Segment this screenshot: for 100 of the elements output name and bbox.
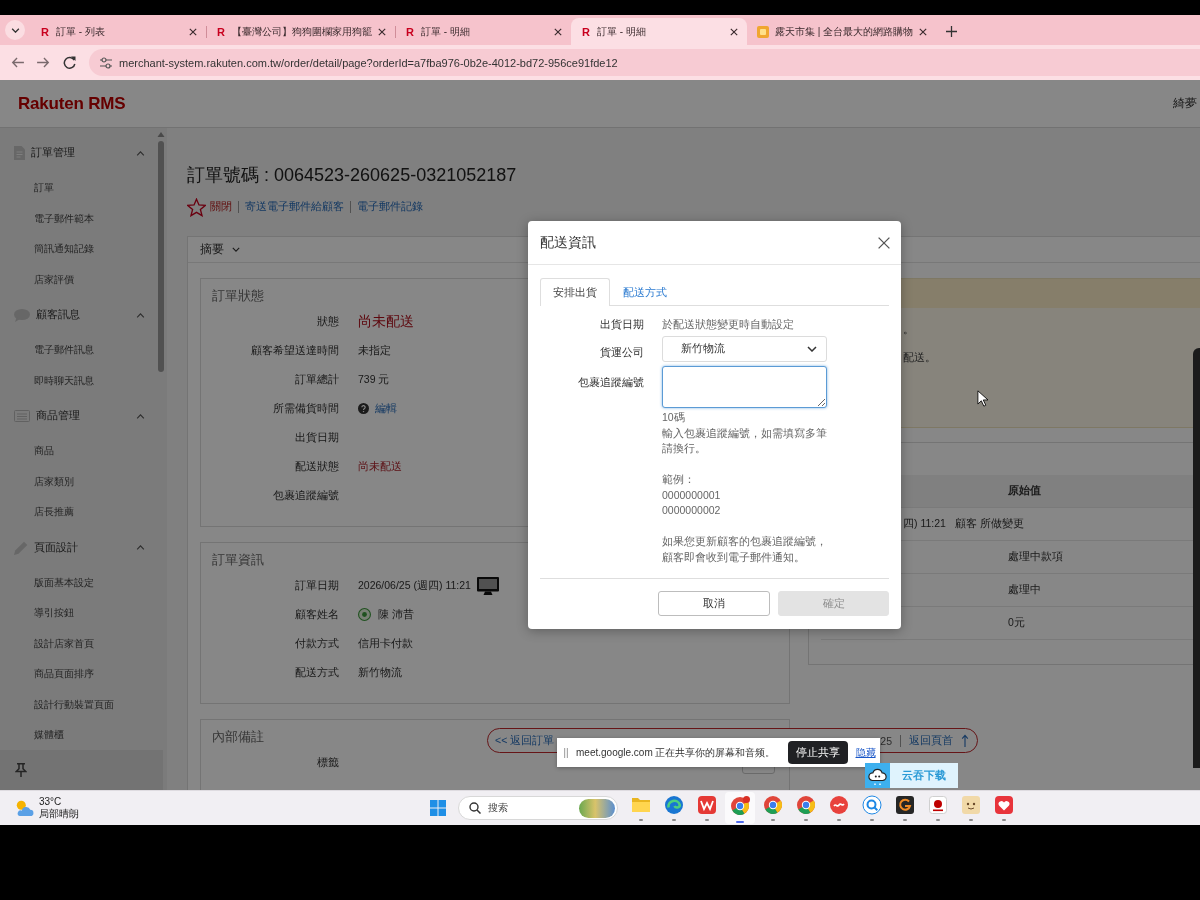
close-icon[interactable] bbox=[919, 27, 928, 36]
tune-icon[interactable] bbox=[100, 56, 112, 69]
help-text: 10碼 bbox=[662, 410, 686, 425]
close-icon[interactable] bbox=[378, 27, 386, 36]
field-label: 顧客姓名 bbox=[294, 607, 339, 622]
letter-icon: R bbox=[581, 25, 591, 38]
form-label: 貨運公司 bbox=[599, 345, 644, 360]
address-bar[interactable]: merchant-system.rakuten.com.tw/order/detail/page?orderId=a7fba976-0b2e-4012-bd72-956ce91fde12 bbox=[89, 49, 1200, 76]
scrollbar[interactable] bbox=[157, 132, 165, 372]
bubble-icon[interactable] bbox=[828, 795, 849, 821]
stop-sharing-button[interactable]: 停止共享 bbox=[787, 741, 848, 764]
browser-tab[interactable]: R 訂單 - 明細 bbox=[571, 18, 747, 45]
help-icon[interactable] bbox=[358, 403, 369, 414]
sidebar-item[interactable]: 設計店家首頁 bbox=[0, 628, 167, 659]
status-value: 尚未配送 bbox=[358, 312, 414, 331]
close-icon[interactable] bbox=[189, 27, 197, 36]
lens-icon[interactable] bbox=[861, 795, 882, 821]
card-title: 訂單資訊 bbox=[212, 551, 264, 569]
card-title: 內部備註 bbox=[212, 728, 264, 746]
field-value: 739 元 bbox=[358, 372, 390, 387]
sidebar-item[interactable]: 商品頁面排序 bbox=[0, 659, 167, 690]
sidebar-group[interactable]: 顧客訊息 bbox=[0, 295, 157, 335]
page-title: 訂單號碼 : 0064523-260625-0321052187 bbox=[187, 164, 517, 187]
table-cell: 顧客 所做變更 bbox=[954, 517, 1024, 531]
field-label: 訂單總計 bbox=[294, 372, 339, 387]
swirl-icon[interactable] bbox=[663, 795, 684, 821]
table-cell: 四) 11:21 bbox=[903, 517, 946, 531]
dialog-tab[interactable]: 配送方式 bbox=[610, 278, 680, 306]
sidebar-item[interactable]: 店家類別 bbox=[0, 466, 167, 497]
customer-name: 陳 沛昔 bbox=[378, 607, 414, 622]
plus-icon[interactable] bbox=[946, 26, 958, 37]
smile-tile-icon[interactable] bbox=[960, 795, 981, 821]
close-order-link[interactable]: 關閉 bbox=[210, 200, 232, 214]
back-link[interactable]: << 返回訂單 bbox=[495, 733, 555, 748]
grip-icon[interactable] bbox=[564, 747, 568, 758]
download-button[interactable]: 云吞下载 bbox=[865, 763, 958, 788]
sidebar-group[interactable]: 頁面設計 bbox=[0, 527, 157, 568]
arc-tile-icon[interactable] bbox=[894, 795, 915, 821]
search-icon bbox=[469, 802, 481, 814]
tab-list-button[interactable] bbox=[5, 20, 25, 40]
tracking-number-field[interactable] bbox=[662, 366, 827, 408]
ring-icon[interactable] bbox=[724, 792, 755, 824]
sidebar-group[interactable]: 商品管理 bbox=[0, 396, 157, 436]
status-value: 尚未配送 bbox=[358, 459, 402, 474]
browser-tab[interactable]: R 【臺灣公司】狗狗圍欄家用狗籠 bbox=[206, 18, 395, 45]
letter-icon: R bbox=[40, 25, 50, 38]
cursor-icon bbox=[977, 390, 989, 407]
list-icon bbox=[14, 410, 30, 422]
reload-icon[interactable] bbox=[63, 56, 76, 69]
sidebar-item[interactable]: 導引按鈕 bbox=[0, 598, 167, 629]
sidebar-item[interactable]: 商品 bbox=[0, 436, 167, 467]
help-text: 範例： bbox=[662, 472, 696, 487]
dot-tile-icon[interactable] bbox=[927, 795, 948, 821]
app-logo: Rakuten RMS bbox=[18, 93, 126, 114]
star-icon[interactable] bbox=[187, 197, 206, 217]
dialog-title: 配送資訊 bbox=[540, 233, 596, 252]
field-label: 所需備貨時間 bbox=[272, 401, 339, 416]
card-title: 訂單狀態 bbox=[212, 287, 264, 305]
letter-icon: R bbox=[216, 25, 226, 38]
carrier-select[interactable]: 新竹物流 bbox=[662, 336, 827, 362]
form-label: 出貨日期 bbox=[599, 317, 644, 332]
sidebar-item[interactable]: 設計行動裝置頁面 bbox=[0, 689, 167, 720]
close-icon[interactable] bbox=[730, 27, 738, 36]
close-icon[interactable] bbox=[878, 236, 890, 249]
back-to-top-link[interactable]: 返回頁首 bbox=[909, 733, 953, 748]
browser-tab[interactable]: R 訂單 - 明細 bbox=[395, 18, 571, 45]
chevron-down-icon bbox=[232, 247, 240, 252]
sidebar-item[interactable]: 版面基本設定 bbox=[0, 567, 167, 598]
search-box[interactable]: 搜索 bbox=[458, 796, 618, 820]
sidebar-item[interactable]: 店長推薦 bbox=[0, 497, 167, 528]
heart-icon[interactable] bbox=[993, 795, 1014, 821]
back-icon[interactable] bbox=[11, 57, 24, 68]
field-label: 配送方式 bbox=[294, 665, 339, 680]
letter-icon: R bbox=[405, 25, 415, 38]
notice-text: 配送。 bbox=[903, 350, 936, 365]
field-label: 狀態 bbox=[316, 314, 339, 329]
browser-tab[interactable]: R 訂單 - 列表 bbox=[30, 18, 206, 45]
user-name[interactable]: 綺夢 bbox=[1173, 95, 1197, 112]
action-link[interactable]: 電子郵件記錄 bbox=[357, 200, 423, 214]
weather-temperature: 33°C bbox=[39, 796, 62, 808]
edit-link[interactable]: 編輯 bbox=[375, 401, 397, 416]
field-label: 標籤 bbox=[316, 755, 339, 770]
dialog-tab[interactable]: 安排出貨 bbox=[540, 278, 610, 306]
cancel-button[interactable]: 取消 bbox=[658, 591, 770, 616]
help-text: 輸入包裹追蹤編號，如需填寫多筆請換行。 bbox=[662, 425, 827, 456]
action-link[interactable]: 寄送電子郵件給顧客 bbox=[245, 200, 344, 214]
hide-link[interactable]: 隐藏 bbox=[855, 745, 876, 760]
ring-icon[interactable] bbox=[762, 795, 783, 821]
zigzag-icon[interactable] bbox=[696, 795, 717, 821]
weather-icon[interactable] bbox=[14, 799, 34, 817]
summary-toggle[interactable]: 摘要 bbox=[200, 242, 240, 257]
arrow-up-icon[interactable] bbox=[961, 734, 969, 747]
close-icon[interactable] bbox=[554, 27, 562, 36]
pin-icon[interactable] bbox=[15, 763, 27, 777]
browser-tab[interactable]: 露天市集 | 全台最大的網路購物 bbox=[747, 18, 937, 45]
ring-icon[interactable] bbox=[795, 795, 816, 821]
forward-icon[interactable] bbox=[37, 57, 50, 68]
field-label: 訂單日期 bbox=[294, 578, 339, 593]
start-icon[interactable] bbox=[430, 800, 446, 816]
sidebar-group[interactable]: 訂單管理 bbox=[0, 133, 157, 173]
